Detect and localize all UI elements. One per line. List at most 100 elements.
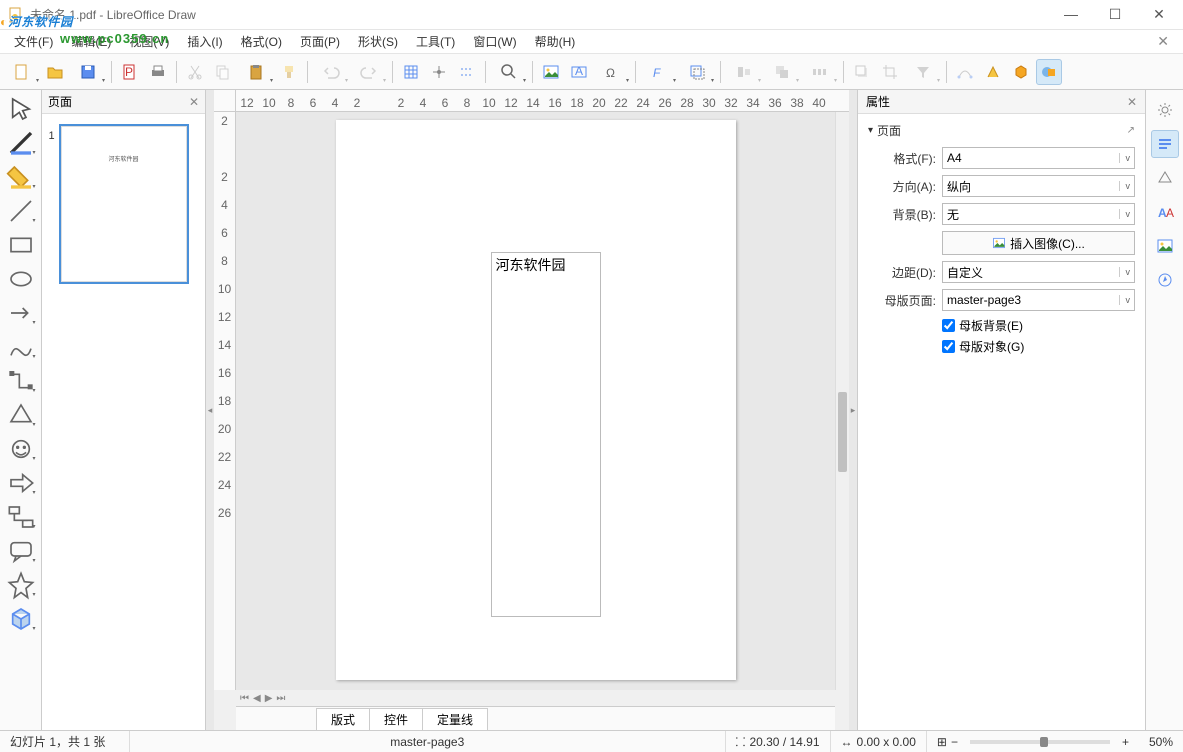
paste-button[interactable]: ▾: [238, 59, 274, 85]
guides-button[interactable]: [454, 59, 480, 85]
menu-file[interactable]: 文件(F): [6, 31, 61, 52]
cut-button[interactable]: [182, 59, 208, 85]
insert-image-button-panel[interactable]: 插入图像(C)...: [942, 231, 1135, 255]
section-more-icon[interactable]: ↗: [1127, 125, 1135, 136]
arrange-button[interactable]: ▾: [764, 59, 800, 85]
sidebar-styles-icon[interactable]: AA: [1151, 198, 1179, 226]
zoom-slider[interactable]: [970, 740, 1110, 744]
crop-button[interactable]: [877, 59, 903, 85]
menu-help[interactable]: 帮助(H): [527, 31, 584, 52]
fill-color-tool[interactable]: ▾: [6, 164, 36, 190]
menu-format[interactable]: 格式(O): [233, 31, 290, 52]
shadow-button[interactable]: [849, 59, 875, 85]
fontwork-button[interactable]: F▾: [641, 59, 677, 85]
shapes-toggle-button[interactable]: [1036, 59, 1062, 85]
text-box[interactable]: 河东软件园: [491, 252, 601, 617]
splitter-right[interactable]: ▸: [849, 90, 857, 730]
export-pdf-button[interactable]: P: [117, 59, 143, 85]
orientation-select[interactable]: 纵向v: [942, 175, 1135, 197]
symbol-tool[interactable]: ▾: [6, 436, 36, 462]
master-bg-checkbox[interactable]: [942, 319, 955, 332]
margin-select[interactable]: 自定义v: [942, 261, 1135, 283]
tab-dimlines[interactable]: 定量线: [422, 708, 488, 730]
minimize-button[interactable]: —: [1059, 6, 1083, 23]
canvas-viewport[interactable]: 河东软件园: [236, 112, 835, 690]
zoom-in-icon[interactable]: +: [1122, 735, 1129, 749]
nav-last-icon[interactable]: ⏭: [276, 693, 285, 704]
points-button[interactable]: [952, 59, 978, 85]
block-arrow-tool[interactable]: ▾: [6, 470, 36, 496]
pages-panel-close-icon[interactable]: ✕: [189, 95, 199, 109]
ruler-vertical[interactable]: 22468101214161820222426: [214, 112, 236, 690]
transform-button[interactable]: ▾: [679, 59, 715, 85]
star-tool[interactable]: ▾: [6, 572, 36, 598]
format-select[interactable]: A4v: [942, 147, 1135, 169]
menu-tools[interactable]: 工具(T): [408, 31, 463, 52]
basic-shapes-tool[interactable]: ▾: [6, 402, 36, 428]
filter-button[interactable]: ▾: [905, 59, 941, 85]
sidebar-settings-icon[interactable]: [1151, 96, 1179, 124]
close-button[interactable]: ✕: [1147, 6, 1171, 23]
sidebar-shapes-icon[interactable]: [1151, 164, 1179, 192]
nav-prev-icon[interactable]: ◀: [253, 693, 261, 704]
curve-tool[interactable]: ▾: [6, 334, 36, 360]
redo-button[interactable]: ▾: [351, 59, 387, 85]
tab-layout[interactable]: 版式: [316, 708, 370, 730]
tab-controls[interactable]: 控件: [369, 708, 423, 730]
print-button[interactable]: [145, 59, 171, 85]
select-tool[interactable]: [6, 96, 36, 122]
connector-tool[interactable]: ▾: [6, 368, 36, 394]
callout-tool[interactable]: ▾: [6, 538, 36, 564]
splitter-left[interactable]: ◂: [206, 90, 214, 730]
properties-close-icon[interactable]: ✕: [1127, 95, 1137, 109]
insert-image-button[interactable]: [538, 59, 564, 85]
undo-button[interactable]: ▾: [313, 59, 349, 85]
zoom-value[interactable]: 50%: [1133, 735, 1173, 749]
section-caret-icon[interactable]: ▾: [868, 125, 873, 136]
background-select[interactable]: 无v: [942, 203, 1135, 225]
align-button[interactable]: ▾: [726, 59, 762, 85]
new-button[interactable]: ▾: [4, 59, 40, 85]
line-tool[interactable]: ▾: [6, 198, 36, 224]
zoom-out-icon[interactable]: −: [951, 735, 958, 749]
master-select[interactable]: master-page3v: [942, 289, 1135, 311]
clone-format-button[interactable]: [276, 59, 302, 85]
menu-window[interactable]: 窗口(W): [465, 31, 524, 52]
ruler-horizontal[interactable]: 1210864224681012141618202224262830323436…: [236, 90, 849, 112]
menu-view[interactable]: 视图(V): [121, 31, 177, 52]
3d-tool[interactable]: ▾: [6, 606, 36, 632]
grid-button[interactable]: [398, 59, 424, 85]
save-button[interactable]: ▾: [70, 59, 106, 85]
ellipse-tool[interactable]: [6, 266, 36, 292]
flowchart-tool[interactable]: ▾: [6, 504, 36, 530]
special-char-button[interactable]: Ω▾: [594, 59, 630, 85]
textbox-button[interactable]: A: [566, 59, 592, 85]
nav-first-icon[interactable]: ⏮: [240, 693, 249, 704]
arrow-tool[interactable]: ▾: [6, 300, 36, 326]
page-thumbnail[interactable]: 1 河东软件园: [59, 124, 189, 284]
maximize-button[interactable]: ☐: [1103, 6, 1127, 23]
zoom-button[interactable]: ▾: [491, 59, 527, 85]
open-button[interactable]: [42, 59, 68, 85]
menu-edit[interactable]: 编辑(E): [63, 31, 119, 52]
glue-button[interactable]: [980, 59, 1006, 85]
page-canvas[interactable]: 河东软件园: [336, 120, 736, 680]
nav-next-icon[interactable]: ▶: [265, 693, 273, 704]
menu-page[interactable]: 页面(P): [292, 31, 348, 52]
menu-shape[interactable]: 形状(S): [350, 31, 406, 52]
rectangle-tool[interactable]: [6, 232, 36, 258]
menu-insert[interactable]: 插入(I): [179, 31, 230, 52]
sidebar-navigator-icon[interactable]: [1151, 266, 1179, 294]
extrude-button[interactable]: [1008, 59, 1034, 85]
distribute-button[interactable]: ▾: [802, 59, 838, 85]
sidebar-gallery-icon[interactable]: [1151, 232, 1179, 260]
line-color-tool[interactable]: ▾: [6, 130, 36, 156]
master-obj-checkbox[interactable]: [942, 340, 955, 353]
vertical-scrollbar[interactable]: [835, 112, 849, 690]
sidebar-properties-icon[interactable]: [1151, 130, 1179, 158]
copy-button[interactable]: [210, 59, 236, 85]
menubar-close-icon[interactable]: ✕: [1149, 33, 1177, 50]
zoom-fit-icon[interactable]: ⊞: [937, 735, 947, 749]
horizontal-scrollbar[interactable]: ⏮ ◀ ▶ ⏭: [236, 690, 835, 706]
snap-button[interactable]: [426, 59, 452, 85]
